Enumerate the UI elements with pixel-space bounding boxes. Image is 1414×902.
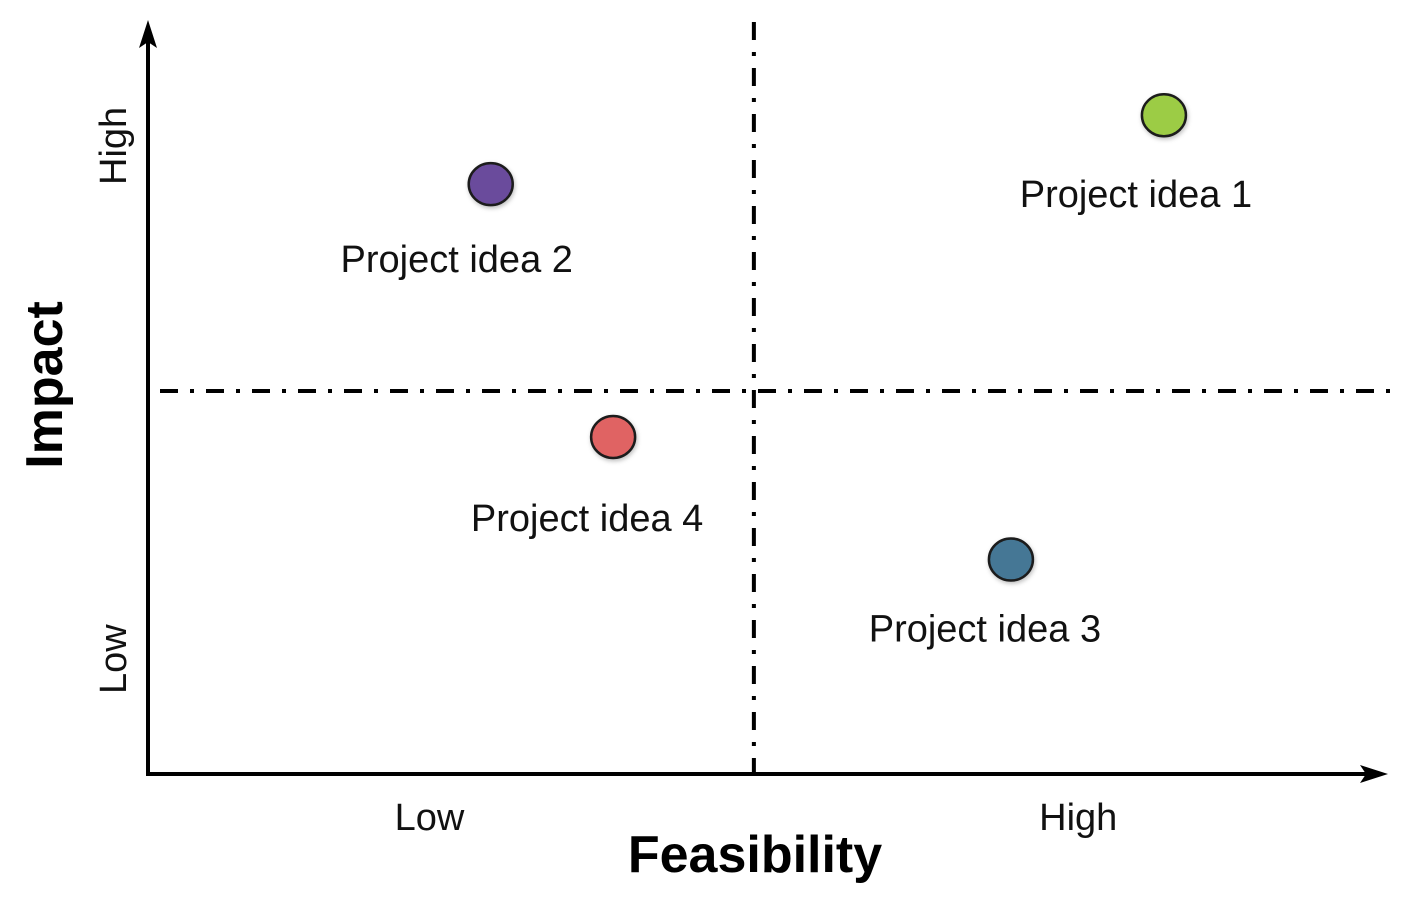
data-point-marker	[467, 161, 514, 207]
data-point-group: Project idea 1	[1020, 92, 1252, 216]
data-point-marker	[589, 414, 637, 460]
data-point-group: Project idea 4	[471, 414, 703, 540]
data-point-group: Project idea 3	[869, 537, 1101, 651]
data-point-label: Project idea 3	[869, 609, 1101, 651]
data-point-marker	[987, 537, 1035, 582]
x-tick-label-high: High	[1039, 797, 1117, 839]
data-point-group: Project idea 2	[341, 161, 573, 281]
data-point-label: Project idea 4	[471, 498, 703, 540]
y-tick-label-high: High	[93, 107, 135, 185]
data-point-marker	[1140, 92, 1188, 138]
data-point-label: Project idea 1	[1020, 174, 1252, 216]
impact-feasibility-matrix: Low High Low High Feasibility Impact Pro…	[16, 20, 1392, 884]
x-tick-label-low: Low	[395, 797, 465, 839]
y-tick-label-low: Low	[93, 624, 135, 694]
data-point-label: Project idea 2	[341, 239, 573, 281]
x-axis-title: Feasibility	[628, 826, 882, 884]
data-points: Project idea 1 Project idea 2 Project idea…	[341, 92, 1252, 651]
y-axis-title: Impact	[16, 301, 74, 469]
